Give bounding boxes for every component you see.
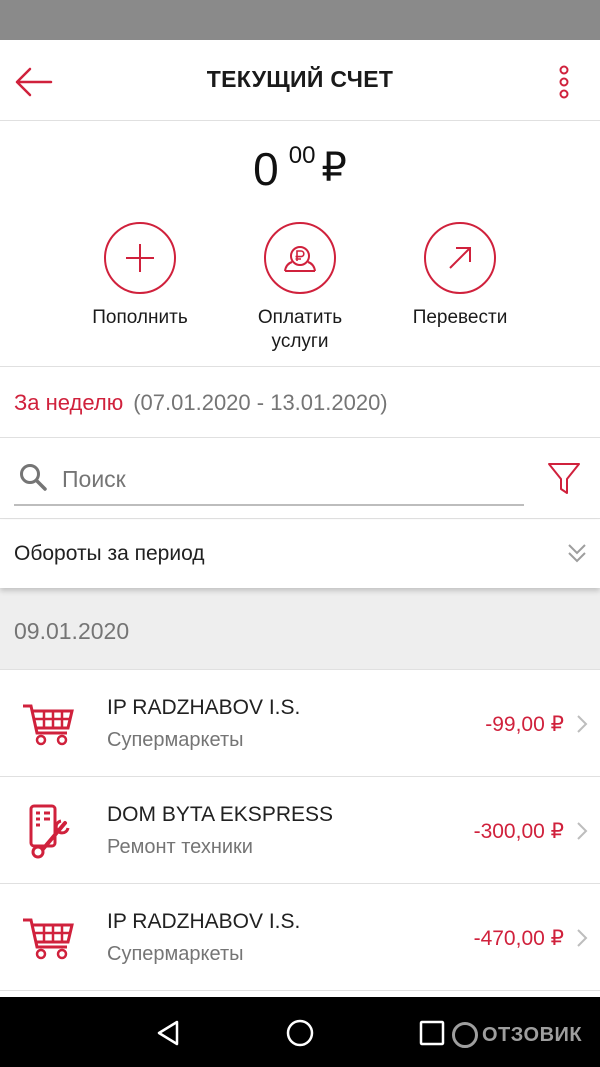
pay-services-circle[interactable] [264, 222, 336, 294]
page-title: ТЕКУЩИЙ СЧЕТ [206, 66, 394, 92]
turnover-section[interactable]: Обороты за период [0, 520, 600, 588]
nav-back-button[interactable] [148, 1013, 188, 1053]
status-bar [0, 0, 600, 40]
transaction-row[interactable]: DOM BYTA EKSPRESS Ремонт техники -300,00… [0, 777, 600, 884]
cart-icon [20, 910, 76, 966]
watermark-logo: ОТЗОВИК [452, 1022, 582, 1048]
transaction-amount: -470,00 ₽ [473, 927, 564, 950]
watermark-circle-icon [452, 1022, 478, 1048]
top-up-circle[interactable] [104, 222, 176, 294]
transaction-category: Супермаркеты [107, 943, 244, 965]
search-icon [20, 464, 47, 491]
more-menu-button[interactable] [548, 60, 580, 104]
date-group-label: 09.01.2020 [14, 618, 130, 644]
balance-currency: ₽ [321, 146, 347, 190]
chevron-double-down-icon[interactable] [566, 542, 588, 564]
top-up-label: Пополнить [92, 307, 188, 328]
divider [0, 366, 600, 367]
app-bar: ТЕКУЩИЙ СЧЕТ [0, 40, 600, 121]
triangle-back-icon [157, 1020, 179, 1046]
ruble-coin-icon [284, 246, 316, 272]
transfer-circle[interactable] [424, 222, 496, 294]
pay-services-button[interactable]: Оплатить услуги [220, 222, 380, 354]
divider [0, 437, 600, 438]
filter-icon [548, 463, 580, 494]
turnover-label: Обороты за период [14, 542, 205, 565]
quick-actions: Пополнить Оплатить услуги Перевести [0, 222, 600, 362]
filter-button[interactable] [544, 458, 584, 498]
transaction-merchant: IP RADZHABOV I.S. [107, 910, 301, 933]
transaction-row[interactable]: IP RADZHABOV I.S. Супермаркеты -99,00 ₽ [0, 670, 600, 777]
divider [0, 518, 600, 519]
more-vertical-icon [559, 65, 569, 99]
transaction-row[interactable]: IP RADZHABOV I.S. Супермаркеты -470,00 ₽ [0, 884, 600, 991]
nav-home-button[interactable] [280, 1013, 320, 1053]
transaction-category: Ремонт техники [107, 836, 253, 858]
period-label[interactable]: За неделю [14, 390, 123, 415]
arrow-up-right-icon [449, 247, 471, 269]
search-input[interactable] [60, 460, 504, 498]
phone-repair-icon [20, 803, 76, 859]
watermark-text: ОТЗОВИК [482, 1023, 583, 1046]
circle-home-icon [286, 1019, 314, 1047]
top-up-button[interactable]: Пополнить [60, 222, 220, 330]
transaction-merchant: IP RADZHABOV I.S. [107, 696, 301, 719]
transaction-amount: -300,00 ₽ [473, 820, 564, 843]
transfer-button[interactable]: Перевести [380, 222, 540, 330]
pay-services-label: Оплатить услуги [257, 307, 343, 352]
transaction-amount: -99,00 ₽ [485, 713, 564, 736]
transfer-label: Перевести [412, 307, 508, 328]
transaction-merchant: DOM BYTA EKSPRESS [107, 803, 334, 826]
chevron-right-icon [577, 929, 588, 947]
balance-decimal: 00 [288, 142, 316, 169]
period-selector[interactable]: За неделю (07.01.2020 - 13.01.2020) [14, 390, 388, 416]
period-range: (07.01.2020 - 13.01.2020) [133, 390, 388, 415]
cart-icon [20, 696, 76, 752]
nav-recents-button[interactable] [412, 1013, 452, 1053]
transaction-category: Супермаркеты [107, 729, 244, 751]
chevron-right-icon [577, 822, 588, 840]
balance-integer: 0 [253, 143, 279, 195]
chevron-right-icon [577, 715, 588, 733]
square-recents-icon [419, 1020, 445, 1046]
plus-icon [126, 244, 154, 272]
account-balance: 0 00 ₽ [0, 142, 600, 196]
date-group-header: 09.01.2020 [0, 588, 600, 670]
search-bar[interactable] [14, 454, 524, 506]
